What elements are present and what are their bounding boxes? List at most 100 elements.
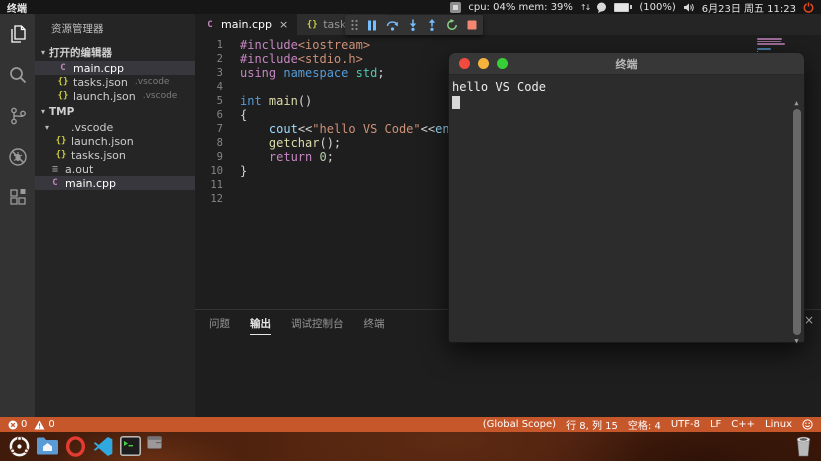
code-text: #include<stdio.h> bbox=[240, 52, 363, 66]
debug-step-into-button[interactable] bbox=[408, 19, 418, 31]
json-file-icon: {} bbox=[55, 150, 67, 160]
file-item-tasks.json[interactable]: {} tasks.json bbox=[35, 148, 195, 162]
file-manager-icon[interactable] bbox=[36, 436, 59, 456]
tab-close-icon[interactable]: × bbox=[279, 18, 288, 31]
volume-icon[interactable] bbox=[683, 2, 695, 13]
line-number[interactable]: 2 bbox=[195, 52, 240, 66]
status-eol[interactable]: LF bbox=[710, 419, 721, 430]
terminal-window[interactable]: 终端 hello VS Code ▲ ▼ bbox=[448, 52, 805, 345]
activity-item-debug[interactable] bbox=[0, 144, 35, 170]
notification-bubble-icon[interactable] bbox=[596, 2, 607, 13]
terminal-app-icon[interactable] bbox=[120, 436, 141, 456]
activity-item-extensions[interactable] bbox=[0, 185, 35, 211]
line-number[interactable]: 5 bbox=[195, 94, 240, 108]
debug-stop-button[interactable] bbox=[467, 20, 477, 30]
sidebar-title: 资源管理器 bbox=[51, 23, 104, 35]
file-item-main.cpp[interactable]: C main.cpp bbox=[35, 61, 195, 75]
ubuntu-launcher-icon[interactable] bbox=[9, 436, 30, 457]
file-item-.vscode[interactable]: ▾ .vscode bbox=[35, 120, 195, 134]
status-symbol-scope[interactable]: (Global Scope) bbox=[483, 419, 556, 430]
line-number[interactable]: 3 bbox=[195, 66, 240, 80]
code-text: int main() bbox=[240, 94, 313, 108]
debug-step-over-button[interactable] bbox=[386, 19, 399, 31]
trash-icon[interactable] bbox=[795, 436, 812, 457]
panel-tab-调试控制台[interactable]: 调试控制台 bbox=[291, 316, 344, 335]
terminal-titlebar[interactable]: 终端 bbox=[449, 53, 804, 75]
close-window-button[interactable] bbox=[459, 58, 470, 69]
activity-item-source-control[interactable] bbox=[0, 103, 35, 129]
errors-icon bbox=[8, 420, 18, 429]
status-os[interactable]: Linux bbox=[765, 419, 792, 430]
feedback-smiley-icon[interactable] bbox=[802, 419, 813, 430]
maximize-window-button[interactable] bbox=[497, 58, 508, 69]
code-text: #include<iostream> bbox=[240, 38, 371, 52]
status-cursor-position[interactable]: 行 8, 列 15 bbox=[566, 417, 618, 432]
topbar-indicators: cpu: 04% mem: 39% ↑↓ (100%) 6月23日 周五 11:… bbox=[450, 0, 814, 15]
workspace-folder-header[interactable]: ▾ TMP bbox=[35, 103, 195, 120]
network-traffic-icon[interactable]: ↑↓ bbox=[580, 3, 591, 12]
file-item-launch.json[interactable]: {} launch.json .vscode bbox=[35, 89, 195, 103]
file-label: .vscode bbox=[71, 120, 114, 134]
open-editors-header[interactable]: ▾ 打开的编辑器 bbox=[35, 44, 195, 61]
input-method-icon[interactable] bbox=[450, 1, 462, 13]
minimap-line bbox=[757, 38, 783, 40]
file-label: tasks.json bbox=[71, 148, 126, 162]
line-number[interactable]: 11 bbox=[195, 178, 240, 192]
json-file-icon: {} bbox=[57, 77, 69, 87]
terminal-output-area[interactable]: hello VS Code ▲ ▼ bbox=[449, 75, 804, 348]
line-number[interactable]: 6 bbox=[195, 108, 240, 122]
file-label: tasks.json bbox=[73, 75, 128, 89]
line-number[interactable]: 9 bbox=[195, 150, 240, 164]
problems-indicator[interactable]: 0 0 bbox=[8, 419, 55, 430]
focused-app-title[interactable]: 终端 bbox=[7, 0, 27, 15]
code-text: } bbox=[240, 164, 248, 178]
status-encoding[interactable]: UTF-8 bbox=[671, 419, 700, 430]
file-item-a.out[interactable]: ≡ a.out bbox=[35, 162, 195, 176]
file-label: main.cpp bbox=[65, 176, 116, 190]
terminal-scrollbar[interactable]: ▲ ▼ bbox=[791, 99, 802, 345]
panel-tab-输出[interactable]: 输出 bbox=[250, 316, 271, 335]
opera-browser-icon[interactable] bbox=[65, 436, 86, 457]
battery-icon[interactable] bbox=[614, 2, 633, 12]
status-bar: 0 0 (Global Scope) 行 8, 列 15 空格: 4 UTF-8 LF C… bbox=[0, 417, 821, 432]
file-path-hint: .vscode bbox=[134, 77, 170, 87]
status-indentation[interactable]: 空格: 4 bbox=[628, 417, 661, 432]
activity-bar bbox=[0, 14, 35, 417]
window-thumbnail-icon[interactable] bbox=[147, 436, 162, 449]
debug-drag-handle[interactable] bbox=[351, 19, 358, 31]
cpu-mem-indicator[interactable]: cpu: 04% mem: 39% bbox=[468, 2, 573, 13]
tab-main.cpp[interactable]: C main.cpp × bbox=[195, 14, 298, 35]
debug-pause-button[interactable] bbox=[367, 20, 377, 31]
explorer-icon bbox=[8, 24, 28, 44]
panel-tab-终端[interactable]: 终端 bbox=[364, 316, 385, 335]
file-item-launch.json[interactable]: {} launch.json bbox=[35, 134, 195, 148]
minimize-window-button[interactable] bbox=[478, 58, 489, 69]
power-icon[interactable] bbox=[803, 1, 814, 13]
clock[interactable]: 6月23日 周五 11:23 bbox=[702, 0, 796, 15]
extensions-icon bbox=[8, 188, 28, 208]
line-number[interactable]: 8 bbox=[195, 136, 240, 150]
line-number[interactable]: 4 bbox=[195, 80, 240, 94]
line-number[interactable]: 12 bbox=[195, 192, 240, 206]
battery-percent[interactable]: (100%) bbox=[639, 2, 675, 13]
activity-item-search[interactable] bbox=[0, 62, 35, 88]
line-number[interactable]: 10 bbox=[195, 164, 240, 178]
panel-close-icon[interactable]: × bbox=[804, 314, 814, 326]
warning-count: 0 bbox=[48, 419, 55, 430]
scroll-down-icon[interactable]: ▼ bbox=[794, 337, 798, 345]
debug-restart-button[interactable] bbox=[446, 19, 458, 31]
error-count: 0 bbox=[21, 419, 28, 430]
file-item-tasks.json[interactable]: {} tasks.json .vscode bbox=[35, 75, 195, 89]
panel-tab-问题[interactable]: 问题 bbox=[209, 316, 230, 335]
line-number[interactable]: 7 bbox=[195, 122, 240, 136]
debug-step-out-button[interactable] bbox=[427, 19, 437, 31]
activity-item-explorer[interactable] bbox=[0, 21, 35, 47]
search-icon bbox=[8, 65, 28, 85]
vscode-icon[interactable] bbox=[92, 436, 114, 457]
code-line[interactable]: 1 #include<iostream> bbox=[195, 38, 821, 52]
scrollbar-thumb[interactable] bbox=[792, 109, 801, 335]
status-language-mode[interactable]: C++ bbox=[731, 419, 755, 430]
line-number[interactable]: 1 bbox=[195, 38, 240, 52]
scroll-up-icon[interactable]: ▲ bbox=[794, 99, 798, 107]
file-item-main.cpp[interactable]: C main.cpp bbox=[35, 176, 195, 190]
